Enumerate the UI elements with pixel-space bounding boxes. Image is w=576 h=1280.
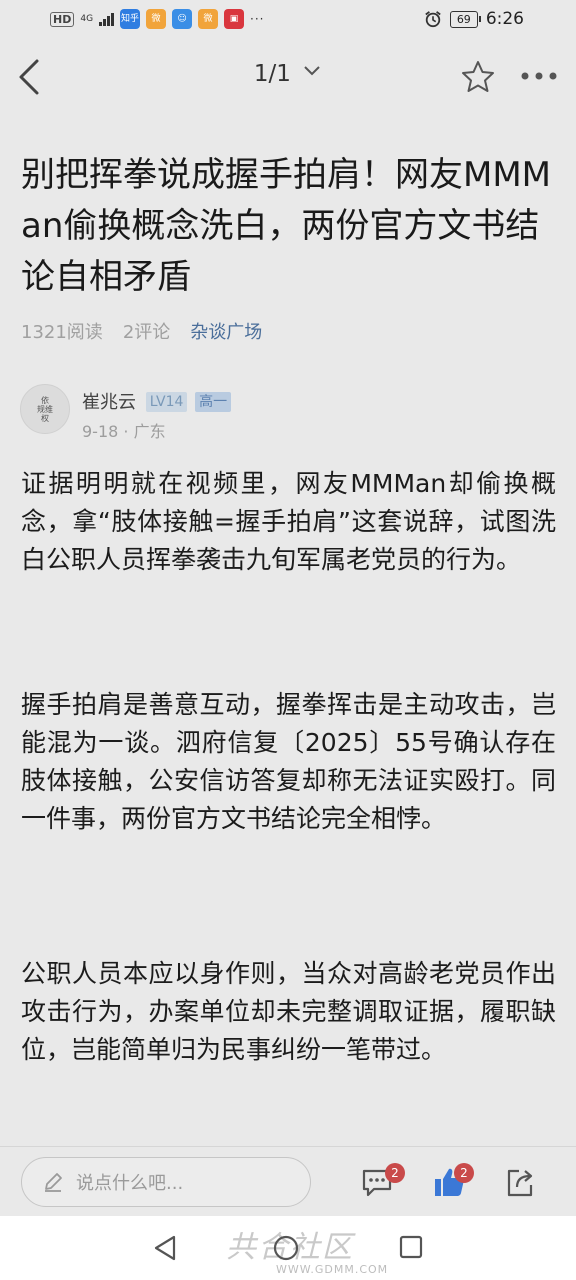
- grade-badge: 高一: [195, 392, 232, 412]
- zhihu-notification-icon: 知乎: [120, 9, 141, 29]
- top-nav-bar: 1/1: [0, 45, 576, 109]
- post-location: 广东: [133, 422, 166, 441]
- status-left: HD 4G 知乎 微 ☺ 微 ▣ ···: [50, 9, 265, 29]
- weibo-notification-icon: 微: [198, 9, 219, 29]
- like-count-badge: 2: [454, 1163, 474, 1183]
- page-count[interactable]: 1/1: [254, 61, 291, 87]
- signal-icon: [99, 12, 115, 26]
- reader-notification-icon: ▣: [224, 9, 245, 29]
- article-paragraph: 证据明明就在视频里，网友MMMan却偷换概念，拿“肢体接触=握手拍肩”这套说辞，…: [21, 469, 556, 574]
- back-arrow-icon[interactable]: [14, 57, 48, 97]
- nav-recents-icon[interactable]: [398, 1234, 424, 1260]
- battery-icon: 69: [449, 10, 481, 28]
- clock-time: 6:26: [485, 9, 524, 29]
- comment-input[interactable]: 说点什么吧...: [21, 1157, 311, 1207]
- pencil-icon: [45, 1173, 62, 1192]
- post-date-location: 9-18 · 广东: [82, 418, 166, 442]
- comment-count-badge: 2: [385, 1163, 405, 1183]
- alarm-icon: [425, 11, 441, 28]
- network-type: 4G: [80, 13, 94, 24]
- post-date: 9-18: [82, 422, 119, 441]
- favorite-star-icon[interactable]: [460, 59, 496, 95]
- chevron-down-icon[interactable]: [302, 64, 322, 78]
- comment-count-text[interactable]: 2评论: [123, 318, 170, 344]
- author-name-row: 崔兆云 LV14 高一: [82, 388, 232, 414]
- avatar-char: 规: [37, 404, 45, 414]
- status-bar: HD 4G 知乎 微 ☺ 微 ▣ ··· 69 6:26: [0, 0, 576, 40]
- avatar-char: 维: [45, 404, 53, 414]
- article-paragraph: 公职人员本应以身作则，当众对高龄老党员作出攻击行为，办案单位却未完整调取证据，履…: [21, 959, 556, 1064]
- comment-placeholder: 说点什么吧...: [76, 1173, 184, 1194]
- more-options-icon[interactable]: [518, 69, 560, 83]
- avatar-char: 依: [41, 395, 49, 405]
- read-count: 1321阅读: [21, 322, 103, 343]
- level-badge: LV14: [145, 392, 188, 412]
- watermark-url: WWW.GDMM.COM: [276, 1263, 389, 1276]
- separator-dot: ·: [123, 422, 134, 441]
- hd-indicator: HD: [50, 11, 75, 27]
- nav-home-icon[interactable]: [272, 1234, 300, 1262]
- more-notifications-icon: ···: [250, 12, 265, 26]
- topic-link[interactable]: 杂谈广场: [190, 318, 262, 344]
- nav-back-icon[interactable]: [152, 1234, 178, 1262]
- status-right: 69 6:26: [424, 9, 524, 29]
- share-icon[interactable]: [503, 1165, 537, 1199]
- article-title: 别把挥拳说成握手拍肩！网友MMMan偷换概念洗白，两份官方文书结论自相矛盾: [21, 155, 552, 297]
- avatar[interactable]: 依 规维 权: [20, 384, 70, 434]
- article-paragraph: 握手拍肩是善意互动，握拳挥击是主动攻击，岂能混为一谈。泗府信复〔2025〕55号…: [21, 690, 556, 833]
- article-meta: 1321阅读 2评论 杂谈广场: [21, 318, 262, 344]
- weibo-notification-icon: 微: [146, 9, 167, 29]
- app-notification-icon: ☺: [172, 9, 193, 29]
- avatar-char: 权: [41, 413, 49, 423]
- author-name[interactable]: 崔兆云: [82, 392, 136, 413]
- bottom-action-bar: 说点什么吧... 2 2: [0, 1146, 576, 1217]
